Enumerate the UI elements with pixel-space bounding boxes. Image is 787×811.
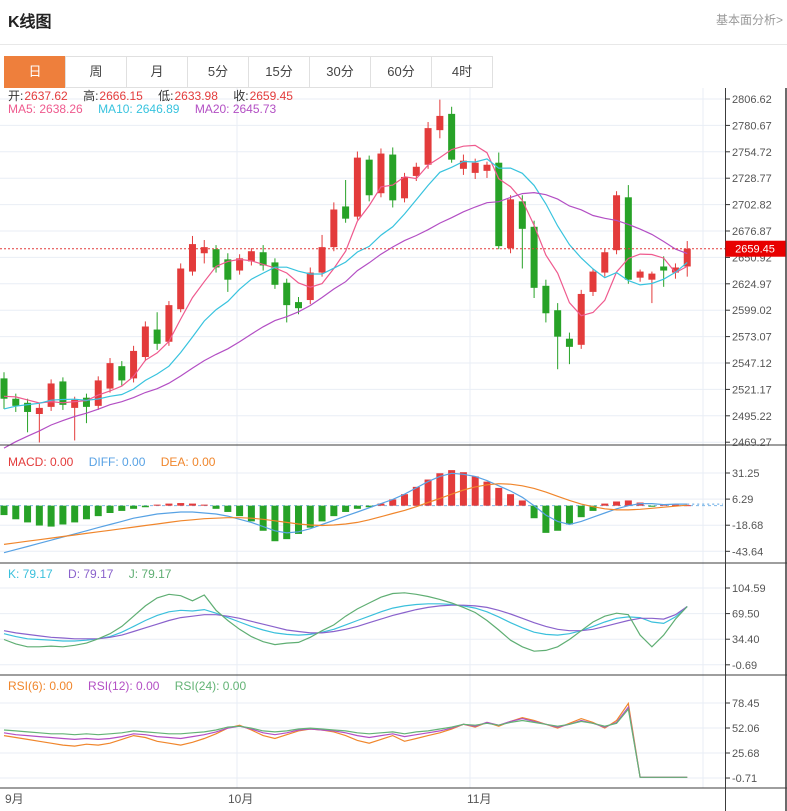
open-label: 开: xyxy=(8,89,23,103)
svg-text:34.40: 34.40 xyxy=(732,634,760,646)
d-value: D: 79.17 xyxy=(68,567,113,581)
svg-text:6.29: 6.29 xyxy=(732,494,753,506)
close-value: 2659.45 xyxy=(250,89,293,103)
macd-legend: MACD: 0.00 DIFF: 0.00 DEA: 0.00 xyxy=(8,455,227,469)
rsi24-value: RSI(24): 0.00 xyxy=(175,679,246,693)
tab-4hour[interactable]: 4时 xyxy=(431,56,493,88)
ma-legend: MA5: 2638.26 MA10: 2646.89 MA20: 2645.73 xyxy=(8,102,288,116)
kdj-panel xyxy=(4,593,687,651)
svg-text:2495.22: 2495.22 xyxy=(732,411,772,423)
rsi6-value: RSI(6): 0.00 xyxy=(8,679,73,693)
svg-text:-43.64: -43.64 xyxy=(732,546,763,558)
svg-text:2806.62: 2806.62 xyxy=(732,94,772,106)
svg-text:31.25: 31.25 xyxy=(732,468,760,480)
price-marker: 2659.45 xyxy=(0,241,786,257)
tab-month[interactable]: 月 xyxy=(126,56,188,88)
tab-day[interactable]: 日 xyxy=(4,56,66,88)
diff-value: DIFF: 0.00 xyxy=(89,455,146,469)
low-value: 2633.98 xyxy=(175,89,218,103)
svg-text:10月: 10月 xyxy=(228,792,253,806)
low-label: 低: xyxy=(158,89,173,103)
tab-30min[interactable]: 30分 xyxy=(309,56,371,88)
close-label: 收: xyxy=(233,89,248,103)
svg-text:2728.77: 2728.77 xyxy=(732,173,772,185)
svg-text:78.45: 78.45 xyxy=(732,698,760,710)
kline-app: 2806.62 2780.67 2754.72 2728.77 2702.82 2676.… xyxy=(0,0,787,811)
period-tabs: 日 周 月 5分 15分 30分 60分 4时 xyxy=(5,56,493,88)
svg-text:2659.45: 2659.45 xyxy=(735,244,775,256)
macd-value: MACD: 0.00 xyxy=(8,455,73,469)
dea-value: DEA: 0.00 xyxy=(161,455,216,469)
kdj-legend: K: 79.17 D: 79.17 J: 79.17 xyxy=(8,567,183,581)
svg-text:2521.17: 2521.17 xyxy=(732,384,772,396)
svg-text:2599.02: 2599.02 xyxy=(732,305,772,317)
svg-text:52.06: 52.06 xyxy=(732,723,760,735)
macd-panel xyxy=(0,470,725,553)
rsi-legend: RSI(6): 0.00 RSI(12): 0.00 RSI(24): 0.00 xyxy=(8,679,258,693)
svg-text:104.59: 104.59 xyxy=(732,583,766,595)
rsi12-value: RSI(12): 0.00 xyxy=(88,679,159,693)
fundamental-analysis-link[interactable]: 基本面分析> xyxy=(716,11,783,28)
svg-text:2469.27: 2469.27 xyxy=(732,437,772,449)
svg-text:2780.67: 2780.67 xyxy=(732,120,772,132)
svg-text:2547.12: 2547.12 xyxy=(732,358,772,370)
svg-text:25.68: 25.68 xyxy=(732,748,760,760)
y-axis: 2806.62 2780.67 2754.72 2728.77 2702.82 2676.… xyxy=(725,94,772,785)
high-value: 2666.15 xyxy=(99,89,142,103)
svg-text:2624.97: 2624.97 xyxy=(732,279,772,291)
tab-60min[interactable]: 60分 xyxy=(370,56,432,88)
svg-text:69.50: 69.50 xyxy=(732,609,760,621)
tab-15min[interactable]: 15分 xyxy=(248,56,310,88)
svg-text:-0.71: -0.71 xyxy=(732,773,757,785)
svg-text:2573.07: 2573.07 xyxy=(732,332,772,344)
page-title: K线图 xyxy=(8,8,52,32)
j-value: J: 79.17 xyxy=(129,567,172,581)
ma20-value: MA20: 2645.73 xyxy=(195,102,276,116)
svg-text:2676.87: 2676.87 xyxy=(732,226,772,238)
tab-week[interactable]: 周 xyxy=(65,56,127,88)
ma10-value: MA10: 2646.89 xyxy=(98,102,179,116)
ma5-value: MA5: 2638.26 xyxy=(8,102,83,116)
open-value: 2637.62 xyxy=(24,89,67,103)
svg-text:11月: 11月 xyxy=(467,792,491,806)
svg-text:2754.72: 2754.72 xyxy=(732,147,772,159)
k-value: K: 79.17 xyxy=(8,567,53,581)
svg-text:2702.82: 2702.82 xyxy=(732,200,772,212)
x-axis: 9月 10月 11月 xyxy=(5,792,491,806)
rsi-panel xyxy=(4,703,687,777)
high-label: 高: xyxy=(83,89,98,103)
svg-text:9月: 9月 xyxy=(5,792,24,806)
svg-text:-0.69: -0.69 xyxy=(732,660,757,672)
svg-text:-18.68: -18.68 xyxy=(732,520,763,532)
tab-5min[interactable]: 5分 xyxy=(187,56,249,88)
header: K线图 基本面分析> xyxy=(0,0,787,45)
